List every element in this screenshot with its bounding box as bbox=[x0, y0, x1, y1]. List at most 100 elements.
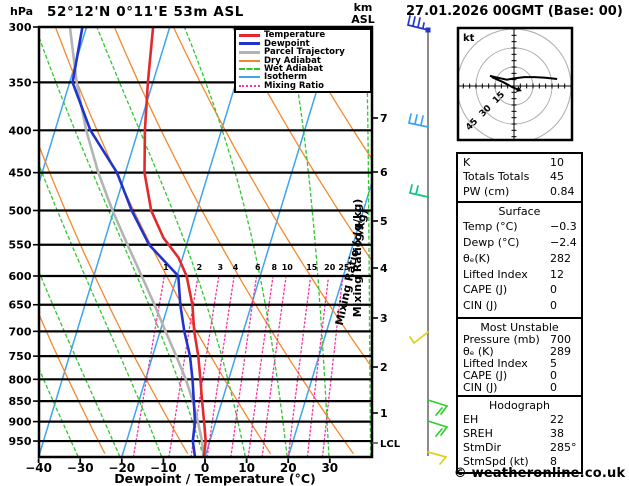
plot-background bbox=[0, 27, 372, 457]
table-row-cape-j-: CAPE (J) 0 bbox=[458, 369, 581, 382]
legend-swatch-dotted bbox=[239, 84, 260, 87]
pressure-tick-label: 300 bbox=[9, 21, 32, 34]
legend-swatch-solid bbox=[239, 59, 260, 62]
table-row-value: 12 bbox=[550, 267, 564, 281]
isotherm-line bbox=[370, 452, 372, 457]
wet-adiabat-line bbox=[96, 27, 246, 457]
table-section-header: Hodograph bbox=[489, 398, 550, 412]
table-row-cape-j-: CAPE (J) 0 bbox=[458, 283, 581, 299]
table-row-label: Dewp (°C) bbox=[463, 235, 520, 249]
pressure-tick-label: 950 bbox=[9, 435, 32, 448]
table-row-dewp-c-: Dewp (°C) −2.4 bbox=[458, 236, 581, 252]
wind-barb bbox=[408, 113, 429, 128]
legend-swatch-solid bbox=[239, 33, 260, 37]
pressure-tick-label: 500 bbox=[9, 204, 32, 217]
isotherm-line bbox=[39, 27, 171, 457]
legend-item-mixing-ratio: Mixing Ratio bbox=[238, 82, 370, 90]
table-row-label: EH bbox=[463, 412, 479, 426]
table-row-value: 10 bbox=[550, 156, 564, 169]
table-row-value: 38 bbox=[550, 427, 564, 441]
legend-swatch-solid bbox=[239, 76, 260, 79]
table-section-surface: Surface Temp (°C) −0.3 Dewp (°C) −2.4 θₑ(K) 28… bbox=[456, 201, 583, 319]
table-section-header: Surface bbox=[498, 205, 541, 219]
wind-barb bbox=[427, 420, 448, 437]
table-section-header: Most Unstable bbox=[480, 320, 559, 334]
table-row-k: K 10 bbox=[458, 156, 581, 170]
pressure-tick-label: 600 bbox=[9, 270, 32, 283]
table-row-value: 282 bbox=[550, 251, 571, 265]
table-row-value: 0 bbox=[550, 283, 557, 297]
mixing-ratio-value-label: 3 bbox=[217, 263, 223, 272]
wind-barb bbox=[409, 184, 429, 198]
temp-tick-label: 30 bbox=[321, 461, 338, 475]
pressure-tick-label: 550 bbox=[9, 239, 32, 252]
table-row-pw-cm-: PW (cm) 0.84 bbox=[458, 185, 581, 199]
legend-swatch-solid bbox=[239, 42, 260, 46]
wind-barb bbox=[427, 451, 447, 465]
table-row-value: −0.3 bbox=[550, 220, 577, 234]
mixing-ratio-value-label: 10 bbox=[282, 263, 294, 272]
table-row-sreh: SREH 38 bbox=[458, 427, 581, 441]
legend-swatch-solid bbox=[239, 50, 260, 54]
table-row-label: SREH bbox=[463, 427, 493, 441]
table-row-cin-j-: CIN (J) 0 bbox=[458, 381, 581, 395]
table-row-label: CIN (J) bbox=[463, 381, 498, 395]
km-tick-label: 4 bbox=[380, 262, 388, 275]
km-tick-label: 1 bbox=[380, 407, 388, 420]
km-tick-label: 7 bbox=[380, 112, 388, 125]
table-row-value: −2.4 bbox=[550, 235, 577, 249]
table-row-cin-j-: CIN (J) 0 bbox=[458, 299, 581, 315]
table-row-label: CIN (J) bbox=[463, 299, 498, 313]
parcel-trajectory-curve bbox=[68, 27, 206, 457]
temp-tick-label: −30 bbox=[67, 461, 94, 475]
mixing-ratio-axis-label: Mixing Ratio (g/kg) bbox=[351, 199, 364, 318]
legend-box: Temperature Dewpoint Parcel Trajectory Dry … bbox=[234, 28, 372, 94]
table-row-totals-totals: Totals Totals 45 bbox=[458, 170, 581, 184]
table-row-label: Totals Totals bbox=[463, 170, 530, 184]
wet-adiabat-line bbox=[39, 35, 205, 457]
isotherm-line bbox=[0, 27, 3, 457]
skewt-sounding-page: hPa 52°12'N 0°11'E 53m ASL km ASL 27.01.… bbox=[0, 0, 629, 486]
table-row-stmdir: StmDir 285° bbox=[458, 441, 581, 455]
mixing-ratio-value-label: 4 bbox=[233, 263, 239, 272]
table-row-value: 45 bbox=[550, 170, 564, 184]
table-row--k-: θₑ (K) 289 bbox=[458, 345, 581, 358]
hodograph-ring-label: 15 bbox=[491, 90, 507, 106]
sounding-indices-table: K 10 Totals Totals 45 PW (cm) 0.84 Surface Temp… bbox=[456, 152, 583, 474]
legend-swatch-dashed bbox=[239, 67, 260, 70]
km-tick-label: 5 bbox=[380, 215, 388, 228]
table-row-value: 0 bbox=[550, 299, 557, 313]
legend-item-label: Parcel Trajectory bbox=[264, 47, 345, 58]
hodograph-trace-main bbox=[489, 74, 558, 81]
table-row-label: CAPE (J) bbox=[463, 283, 508, 297]
table-row-label: K bbox=[463, 156, 471, 169]
lcl-label: LCL bbox=[380, 439, 401, 450]
table-section-indices: K 10 Totals Totals 45 PW (cm) 0.84 bbox=[456, 152, 583, 204]
table-row-label: θₑ(K) bbox=[463, 251, 491, 265]
legend-item-label: Mixing Ratio bbox=[264, 80, 324, 91]
pressure-tick-label: 800 bbox=[9, 373, 32, 386]
table-row-temp-c-: Temp (°C) −0.3 bbox=[458, 220, 581, 236]
pressure-tick-label: 400 bbox=[9, 124, 32, 137]
km-tick-label: 6 bbox=[380, 166, 388, 179]
table-row-value: 0 bbox=[550, 381, 557, 395]
mixing-ratio-value-label: 2 bbox=[197, 263, 203, 272]
mixing-ratio-value-label: 20 bbox=[324, 263, 336, 272]
table-row-label: PW (cm) bbox=[463, 184, 510, 198]
table-row-lifted-index: Lifted Index 5 bbox=[458, 357, 581, 370]
wind-barb bbox=[407, 15, 429, 31]
km-tick-label: 2 bbox=[380, 361, 388, 374]
hodograph-unit-label: kt bbox=[463, 33, 475, 44]
copyright-notice: © weatheronline.co.uk bbox=[453, 466, 626, 481]
pressure-tick-label: 350 bbox=[9, 76, 32, 89]
temp-tick-label: −40 bbox=[25, 461, 52, 475]
pressure-tick-label: 750 bbox=[9, 350, 32, 363]
temp-axis-title: Dewpoint / Temperature (°C) bbox=[114, 471, 315, 486]
pressure-tick-label: 900 bbox=[9, 416, 32, 429]
pressure-tick-label: 850 bbox=[9, 395, 32, 408]
pressure-tick-label: 650 bbox=[9, 299, 32, 312]
mixing-ratio-value-label: 15 bbox=[306, 263, 318, 272]
table-row-label: Lifted Index bbox=[463, 267, 528, 281]
wind-barb bbox=[409, 331, 429, 344]
hodograph-panel: 153045kt bbox=[456, 26, 574, 142]
